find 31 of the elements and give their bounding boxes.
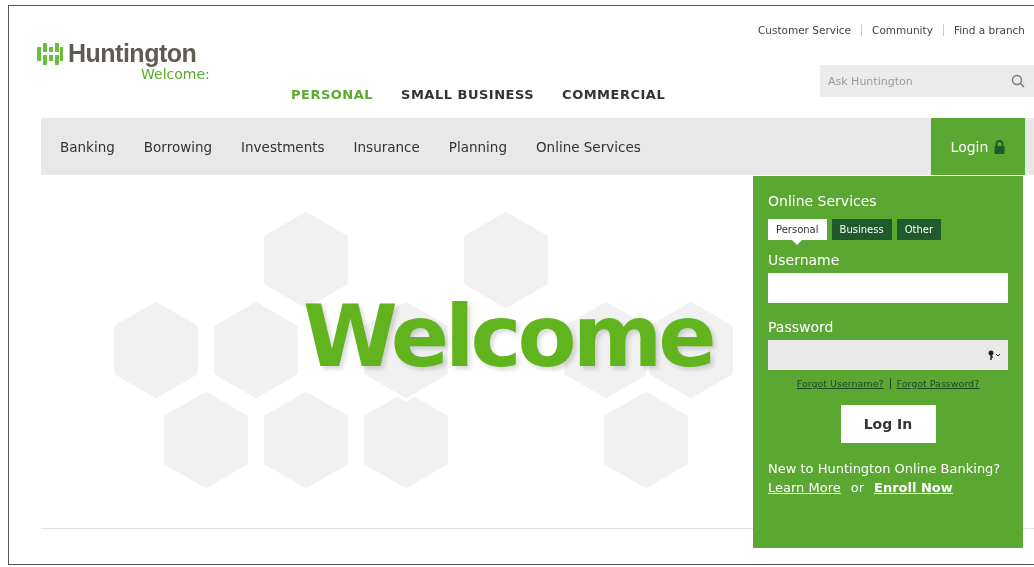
logo-text: Huntington	[68, 39, 197, 68]
nav-link[interactable]: Banking	[60, 138, 115, 155]
field-label: Username	[768, 252, 841, 268]
account-type-tab[interactable]: Business	[831, 219, 892, 240]
field-label: Password	[768, 319, 835, 335]
nav-link[interactable]: Online Services	[535, 138, 641, 155]
nav-link[interactable]: Planning	[448, 138, 507, 155]
nav-link[interactable]: Insurance	[353, 138, 420, 155]
nav-link[interactable]: Investments	[241, 138, 325, 155]
utility-link[interactable]: Find a branch	[953, 24, 1025, 36]
enroll-prompt: New to Huntington Online Banking?	[768, 461, 1002, 476]
segment-tab[interactable]: SMALL BUSINESS	[401, 87, 535, 102]
utility-link[interactable]: Community	[872, 24, 933, 36]
nav-link[interactable]: Borrowing	[143, 138, 213, 155]
forgot-password-link[interactable]: Forgot Password?	[896, 378, 980, 389]
account-type-tab[interactable]: Other	[896, 219, 942, 240]
lock-icon	[994, 139, 1006, 154]
forgot-username-link[interactable]: Forgot Username?	[796, 378, 884, 389]
welcome-heading: Welcome	[303, 293, 713, 379]
password-field[interactable]	[768, 340, 1008, 370]
key-icon	[988, 350, 1002, 360]
or-text: or	[850, 480, 864, 495]
log-in-button[interactable]: Log In	[840, 405, 936, 443]
segment-tab[interactable]: COMMERCIAL	[562, 87, 666, 102]
utility-link[interactable]: Customer Service	[757, 24, 852, 36]
search-field[interactable]: Ask Huntington	[820, 65, 1034, 97]
logo-tagline: Welcome:	[141, 66, 211, 82]
tab-pointer	[792, 240, 803, 245]
username-field[interactable]	[768, 273, 1008, 303]
panel-title: Online Services	[768, 193, 878, 209]
logo-icon	[36, 40, 64, 67]
